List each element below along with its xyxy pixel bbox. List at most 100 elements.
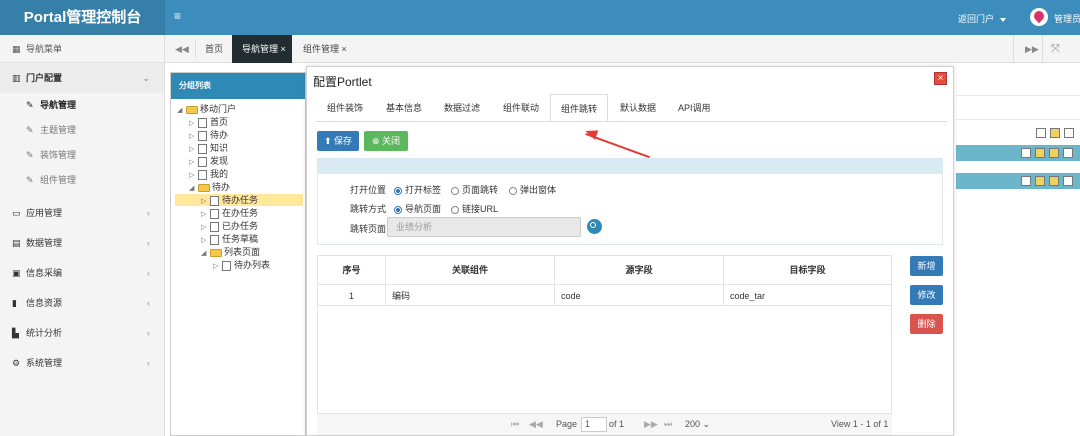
tab-component-jump[interactable]: 组件跳转	[550, 94, 609, 122]
radio-link-url[interactable]: 链接URL	[451, 202, 498, 215]
column-header[interactable]: 序号	[318, 256, 386, 284]
page-size-select[interactable]: 200 ⌄	[685, 419, 710, 430]
edit-button[interactable]: 修改	[910, 285, 943, 305]
tree-node[interactable]: ▷ 我的	[189, 168, 228, 180]
sidebar-item-data-manage[interactable]: ▤ 数据管理 ‹	[0, 228, 164, 258]
save-button[interactable]: ⬆ 保存	[317, 131, 359, 151]
radio-popup-window[interactable]: 弹出窗体	[509, 183, 556, 196]
last-page-icon[interactable]: ⏭	[664, 419, 672, 430]
sidebar-subitem-theme-manage[interactable]: ✎ 主题管理	[0, 118, 164, 143]
row-action-icon[interactable]	[1063, 148, 1073, 158]
app-brand[interactable]: Portal管理控制台	[0, 0, 165, 35]
radio-nav-page[interactable]: 导航页面	[394, 202, 441, 215]
tree-node[interactable]: ◢ 列表页面	[201, 246, 260, 258]
row-action-icon[interactable]	[1049, 176, 1059, 186]
tree-node-selected[interactable]: ▷ 待办任务	[175, 194, 303, 206]
close-button[interactable]: ⊗ 关闭	[364, 131, 408, 151]
delete-button[interactable]: 删除	[910, 314, 943, 334]
back-to-portal-dropdown[interactable]: 返回门户	[958, 12, 1007, 25]
tab-component-linkage[interactable]: 组件联动	[503, 94, 539, 122]
form-header-bar	[317, 158, 943, 174]
user-avatar[interactable]	[1030, 8, 1048, 26]
top-navbar: Portal管理控制台 ≡ 返回门户 管理员	[0, 0, 1080, 35]
radio-open-tab[interactable]: 打开标签	[394, 183, 441, 196]
tree-node-root[interactable]: ◢ 移动门户	[177, 103, 236, 115]
sidebar-subitem-decoration-manage[interactable]: ✎ 装饰管理	[0, 143, 164, 168]
row-action-icon[interactable]	[1021, 148, 1031, 158]
tab-component-decoration[interactable]: 组件装饰	[327, 94, 363, 122]
radio-icon	[451, 205, 459, 214]
row-action-icon[interactable]	[1035, 148, 1045, 158]
tree-node[interactable]: ▷ 待办	[189, 129, 228, 141]
tab-component-manage[interactable]: 组件管理 ×	[303, 35, 347, 63]
tree-node[interactable]: ◢ 待办	[189, 181, 230, 193]
collapse-icon[interactable]: ▷	[213, 261, 222, 273]
tab-home[interactable]: 首页	[205, 35, 223, 63]
table-cell[interactable]: code	[555, 284, 724, 306]
sidebar-item-statistics[interactable]: ▙ 统计分析 ‹	[0, 318, 164, 348]
prev-page-icon[interactable]: ◀◀	[529, 419, 543, 430]
sidebar-item-info-edit[interactable]: ▣ 信息采编 ‹	[0, 258, 164, 288]
user-name[interactable]: 管理员	[1054, 12, 1080, 25]
add-button[interactable]: 新增	[910, 256, 943, 276]
sidebar-item-portal-config[interactable]: ▥ 门户配置 ⌄	[0, 63, 164, 93]
dialog-close-icon[interactable]: ×	[934, 72, 947, 85]
sidebar-item-system-manage[interactable]: ⚙ 系统管理 ‹	[0, 348, 164, 378]
page-label: Page	[556, 419, 578, 429]
table-cell[interactable]: 1	[318, 284, 386, 306]
tab-basic-info[interactable]: 基本信息	[386, 94, 422, 122]
fullscreen-icon[interactable]: ⤧	[1051, 35, 1060, 63]
table-cell[interactable]: 编码	[386, 284, 555, 306]
bookmark-icon: ✎	[26, 150, 34, 160]
column-header[interactable]: 关联组件	[386, 256, 555, 284]
sidebar-subitem-nav-manage[interactable]: ✎ 导航管理	[0, 93, 164, 118]
configure-portlet-dialog: 配置Portlet × 组件装饰 基本信息 数据过滤 组件联动 组件跳转 默认数…	[306, 66, 954, 436]
column-header[interactable]: 源字段	[555, 256, 724, 284]
tree-node[interactable]: ▷ 任务草稿	[201, 233, 258, 245]
page-number-input[interactable]: 1	[581, 417, 607, 432]
document-icon	[198, 117, 207, 128]
tree-node[interactable]: ▷ 发现	[189, 155, 228, 167]
tab-api-call[interactable]: API调用	[678, 94, 711, 122]
radio-icon	[509, 186, 517, 195]
sidebar-item-app-manage[interactable]: ▭ 应用管理 ‹	[0, 198, 164, 228]
tabs-scroll-left-icon[interactable]: ◀◀	[175, 35, 189, 63]
radio-label: 页面跳转	[462, 185, 499, 195]
tree-node[interactable]: ▷ 首页	[189, 116, 228, 128]
page-of-label: of 1	[609, 419, 625, 429]
menu-toggle-icon[interactable]: ≡	[174, 9, 181, 23]
table-cell[interactable]: code_tar	[724, 284, 892, 306]
radio-checked-icon	[394, 205, 402, 214]
tabs-scroll-right-icon[interactable]: ▶▶	[1025, 35, 1039, 63]
sidebar-subitem-component-manage[interactable]: ✎ 组件管理	[0, 168, 164, 193]
row-action-icon[interactable]	[1049, 148, 1059, 158]
grid-icon: ▦	[12, 44, 21, 54]
sidebar-item-info-resource[interactable]: ▮ 信息资源 ‹	[0, 288, 164, 318]
row-action-icon[interactable]	[1035, 176, 1045, 186]
toolbar-icon[interactable]	[1050, 128, 1060, 138]
tab-nav-manage[interactable]: 导航管理 ×	[232, 35, 292, 63]
next-page-icon[interactable]: ▶▶	[644, 419, 658, 430]
tree-node[interactable]: ▷ 待办列表	[213, 259, 270, 271]
toolbar-icon[interactable]	[1036, 128, 1046, 138]
row-action-icon[interactable]	[1021, 176, 1031, 186]
radio-label: 链接URL	[462, 204, 499, 214]
jump-page-input[interactable]: 业绩分析	[387, 217, 581, 237]
folder-open-icon	[210, 248, 222, 257]
tree-node[interactable]: ▷ 已办任务	[201, 220, 258, 232]
tab-default-data[interactable]: 默认数据	[620, 94, 656, 122]
radio-page-jump[interactable]: 页面跳转	[451, 183, 498, 196]
row-action-icon[interactable]	[1063, 176, 1073, 186]
tab-data-filter[interactable]: 数据过滤	[444, 94, 480, 122]
view-records-text: View 1 - 1 of 1	[831, 419, 889, 429]
first-page-icon[interactable]: ⏮	[511, 419, 519, 430]
close-icon[interactable]: ×	[281, 44, 286, 54]
close-icon[interactable]: ×	[342, 44, 347, 54]
expand-icon[interactable]: ◢	[177, 105, 186, 117]
tree-node[interactable]: ▷ 知识	[189, 142, 228, 154]
expand-icon[interactable]: ◢	[201, 248, 210, 260]
tree-node[interactable]: ▷ 在办任务	[201, 207, 258, 219]
search-icon[interactable]	[587, 219, 602, 234]
toolbar-icon[interactable]	[1064, 128, 1074, 138]
column-header[interactable]: 目标字段	[724, 256, 892, 284]
